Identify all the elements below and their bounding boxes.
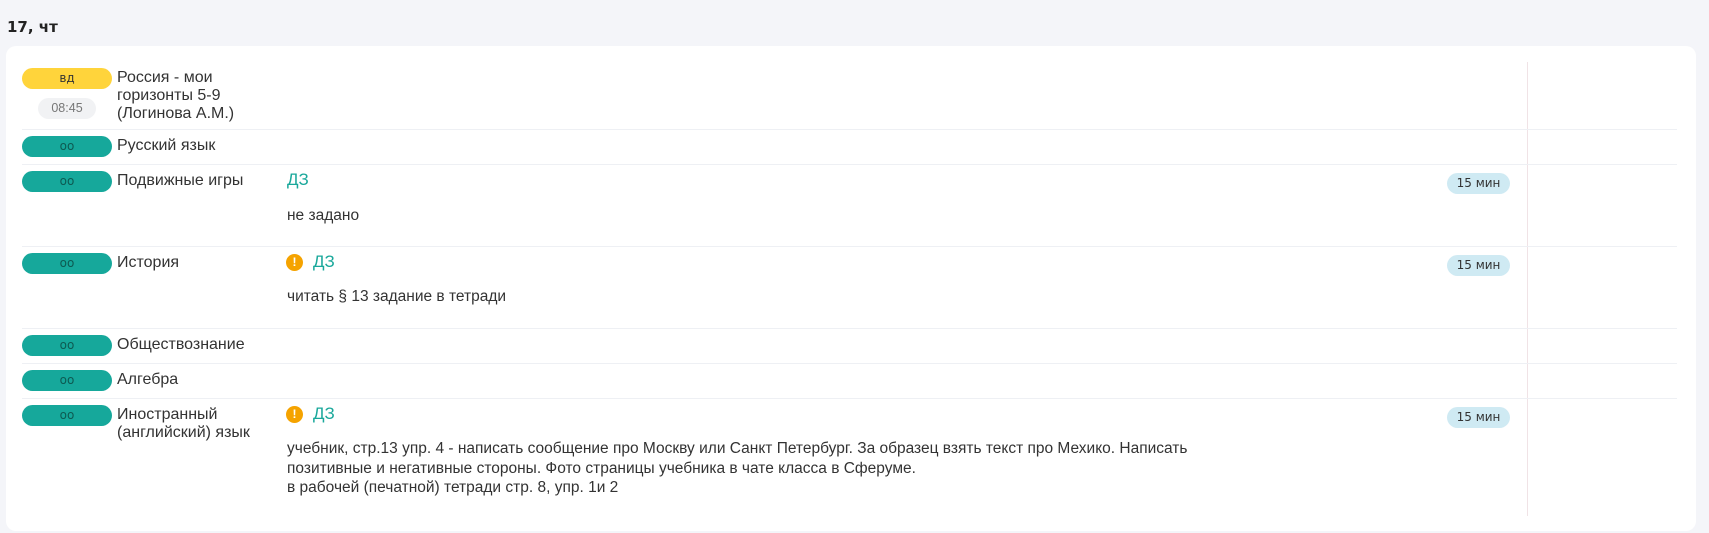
lesson-subject[interactable]: Россия - мои горизонты 5-9 (Логинова А.М… — [117, 69, 257, 123]
row-divider — [22, 398, 1677, 399]
exclamation-circle-icon: ! — [286, 406, 303, 423]
homework-text-line: в рабочей (печатной) тетради стр. 8, упр… — [287, 479, 619, 496]
lesson-subject[interactable]: Обществознание — [117, 336, 277, 354]
homework-text-line: учебник, стр.13 упр. 4 - написать сообще… — [287, 440, 1188, 457]
lesson-type-badge: оо — [22, 136, 112, 157]
lesson-type-badge: оо — [22, 370, 112, 391]
homework-link[interactable]: ДЗ — [313, 252, 335, 272]
lesson-type-badge: вд — [22, 68, 112, 89]
lesson-type-badge: оо — [22, 171, 112, 192]
row-divider — [22, 363, 1677, 364]
duration-chip: 15 мин — [1447, 255, 1510, 276]
homework-text: не задано — [287, 207, 360, 224]
row-divider — [22, 129, 1677, 130]
lesson-type-badge: оо — [22, 253, 112, 274]
row-divider — [22, 328, 1677, 329]
homework-text: учебник, стр.13 упр. 4 - написать сообще… — [287, 439, 1287, 498]
homework-text-line: позитивные и негативные стороны. Фото ст… — [287, 459, 916, 477]
lesson-subject[interactable]: Алгебра — [117, 371, 277, 389]
homework-text: читать § 13 задание в тетради — [287, 288, 507, 305]
column-divider — [1527, 62, 1528, 516]
lesson-subject[interactable]: Русский язык — [117, 137, 277, 155]
lesson-type-badge: оо — [22, 405, 112, 426]
day-header: 17, чт — [7, 18, 58, 36]
homework-link[interactable]: ДЗ — [313, 404, 335, 424]
lesson-subject[interactable]: История — [117, 254, 277, 272]
exclamation-circle-icon: ! — [286, 254, 303, 271]
duration-chip: 15 мин — [1447, 173, 1510, 194]
lesson-time: 08:45 — [38, 98, 96, 119]
row-divider — [22, 246, 1677, 247]
homework-link[interactable]: ДЗ — [287, 170, 309, 190]
duration-chip: 15 мин — [1447, 407, 1510, 428]
lesson-subject[interactable]: Подвижные игры — [117, 172, 277, 190]
row-divider — [22, 164, 1677, 165]
lesson-subject[interactable]: Иностранный (английский) язык — [117, 406, 262, 442]
lesson-type-badge: оо — [22, 335, 112, 356]
